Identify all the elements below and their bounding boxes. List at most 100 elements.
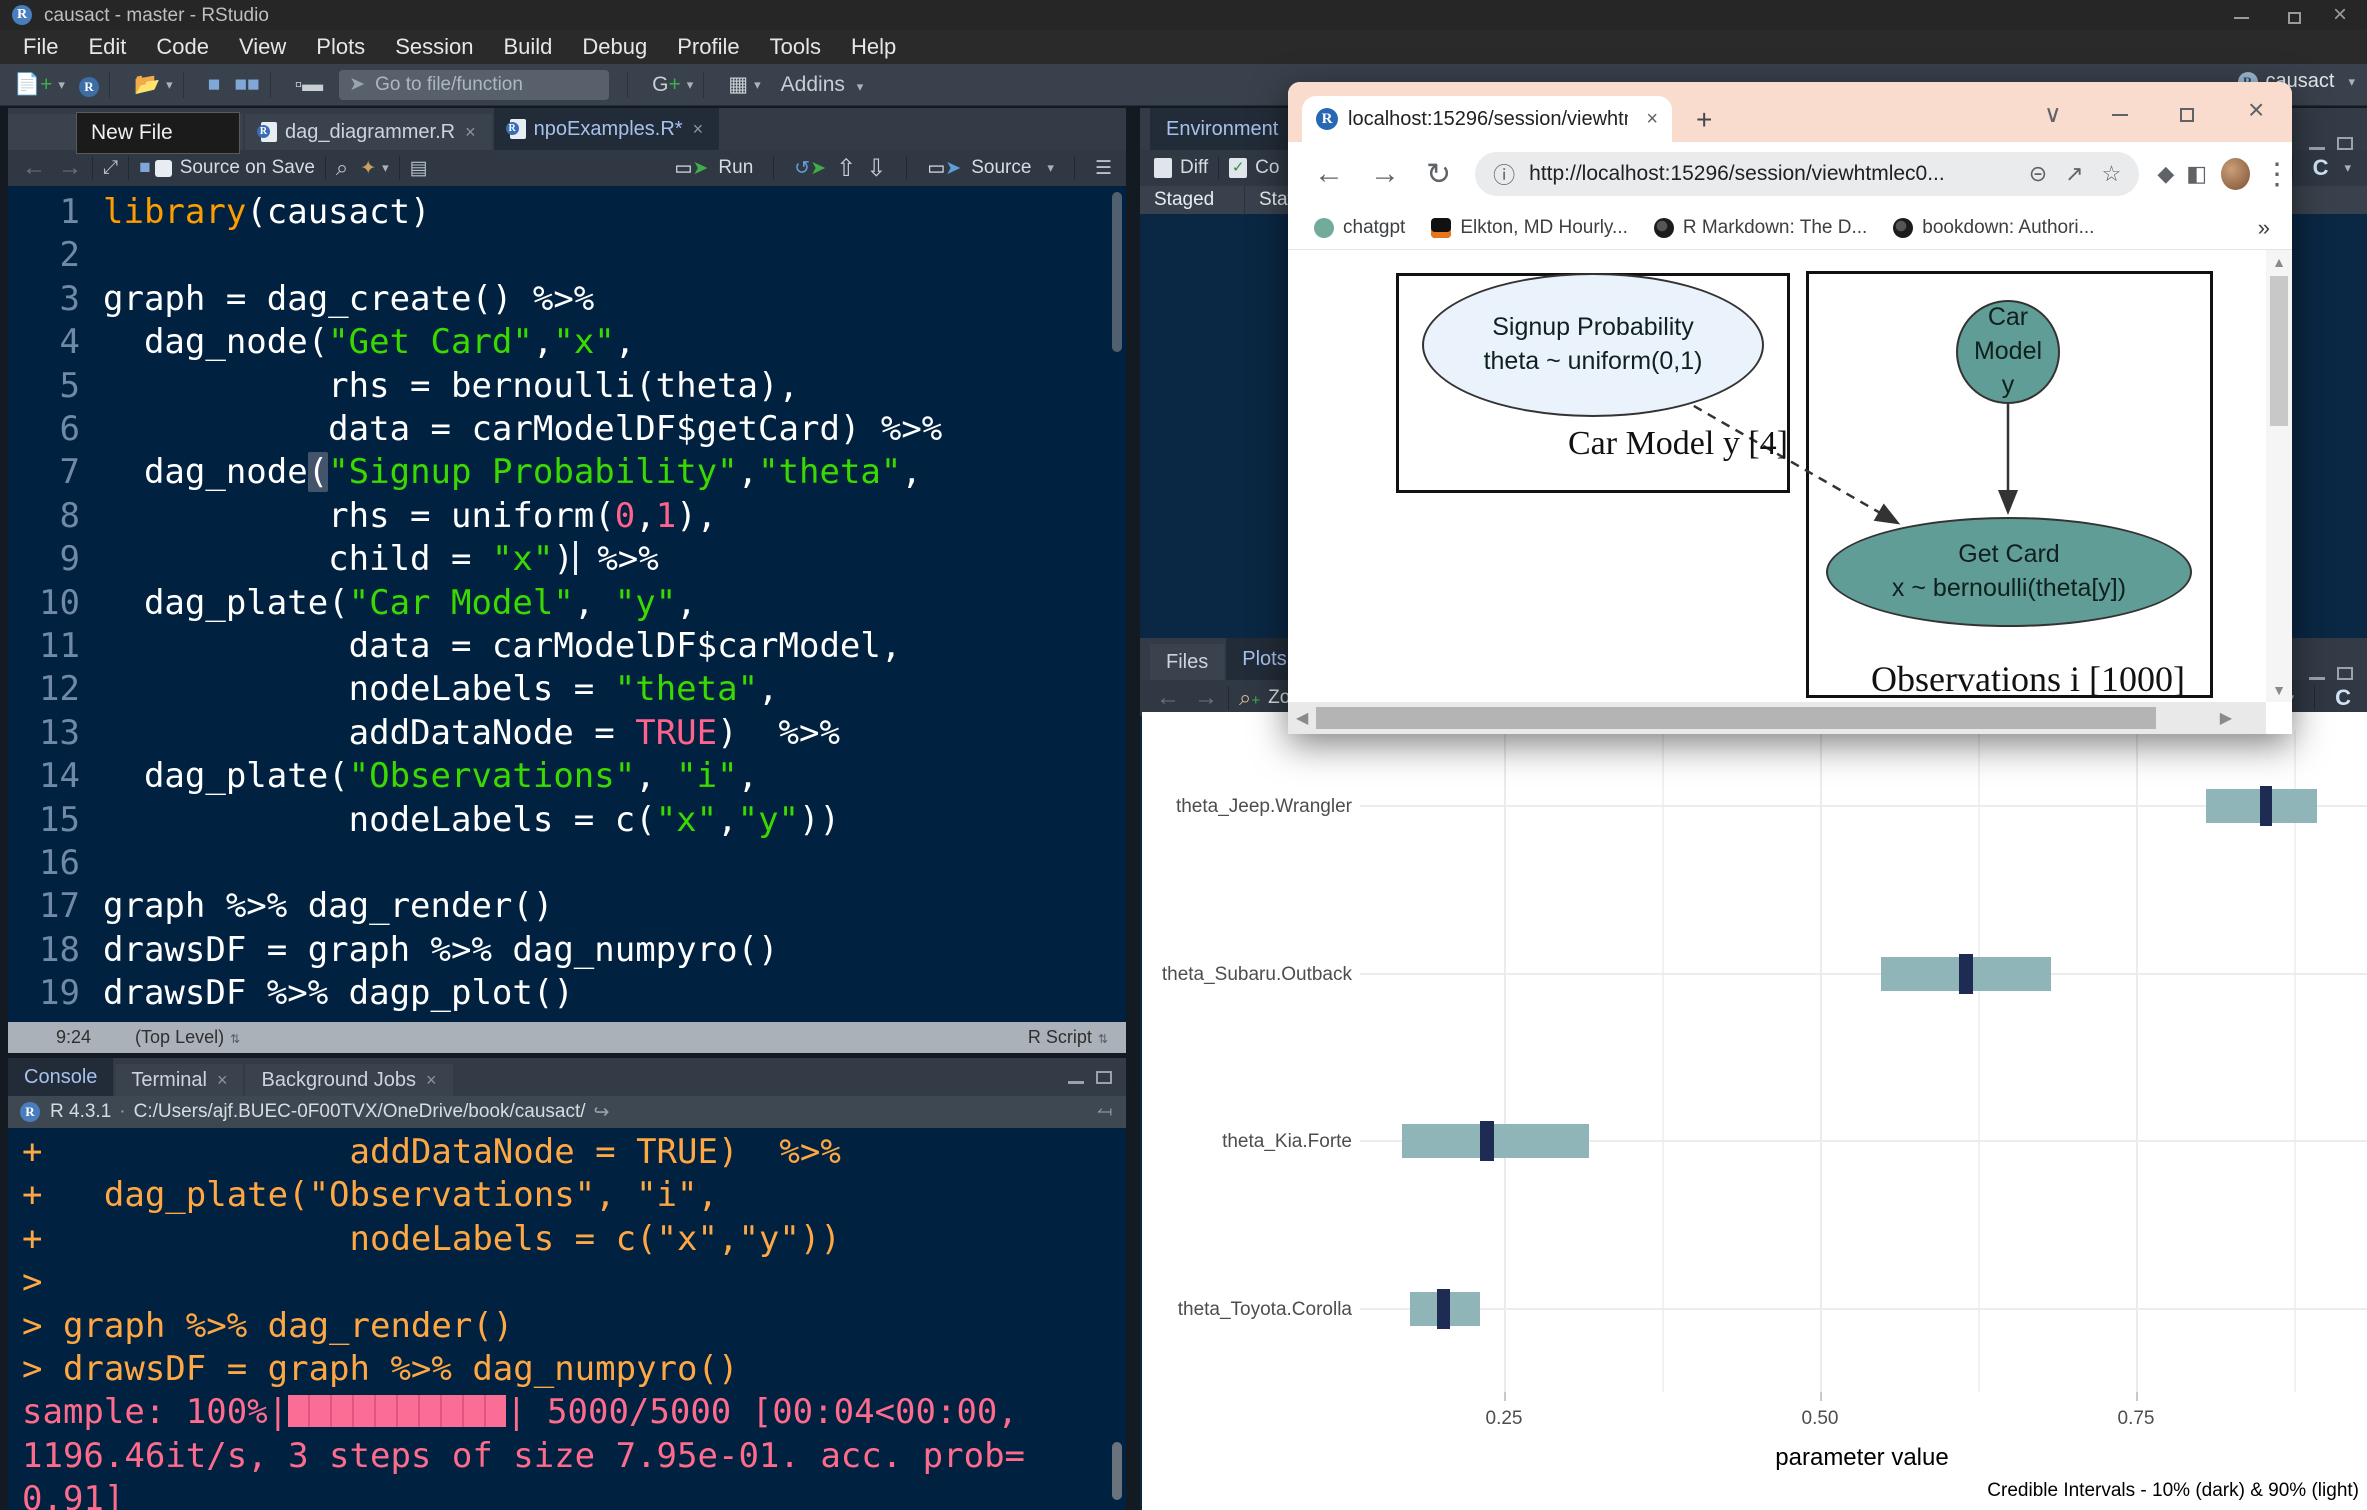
source-button[interactable]: Source [971,157,1031,179]
tab-close-icon[interactable]: × [693,119,704,140]
extensions-puzzle-icon[interactable]: ◆ [2157,161,2174,187]
run-button[interactable]: Run [718,157,753,179]
new-file-icon[interactable]: 📄+ [14,73,52,97]
code-tools-icon[interactable]: ✦ [360,157,376,180]
open-file-icon[interactable]: 📂 [134,73,160,97]
file-type-selector[interactable]: R Script⇅ [1028,1027,1108,1048]
hscroll-right-icon[interactable]: ▶ [2220,708,2232,728]
menu-code[interactable]: Code [141,34,224,60]
git-pane-minmax[interactable] [2309,137,2353,150]
nav-forward-icon[interactable]: → [58,154,82,182]
save-all-icon[interactable]: ■■ [234,73,259,97]
print-icon[interactable]: ▫▬ [295,73,323,97]
console-output[interactable]: + addDataNode = TRUE) %>%+ dag_plate("Ob… [8,1128,1126,1510]
console-tab-terminal[interactable]: Terminal× [115,1064,243,1096]
menu-edit[interactable]: Edit [73,34,141,60]
menu-plots[interactable]: Plots [301,34,380,60]
menu-help[interactable]: Help [836,34,911,60]
share-icon[interactable]: ↗ [2065,161,2083,187]
diff-button[interactable]: Diff [1180,157,1208,179]
menu-build[interactable]: Build [488,34,567,60]
console-scrollbar[interactable] [1112,1442,1122,1500]
browser-profile-chevron-icon[interactable]: ∨ [2044,100,2062,129]
browser-back-icon[interactable]: ← [1314,157,1344,191]
panes-dropdown-icon[interactable]: ▾ [754,77,761,93]
scope-selector[interactable]: (Top Level)⇅ [135,1027,240,1048]
nav-back-icon[interactable]: ← [22,154,46,182]
outline-icon[interactable]: ☰ [1095,157,1112,180]
run-prev-icon[interactable]: ⇧ [836,154,856,183]
compile-report-icon[interactable]: ▤ [410,157,428,180]
menu-file[interactable]: File [8,34,73,60]
new-tab-icon[interactable]: + [1696,104,1712,136]
console-pane-minmax[interactable] [1068,1071,1112,1084]
source-on-save-checkbox[interactable] [155,160,172,177]
menu-profile[interactable]: Profile [662,34,754,60]
menu-debug[interactable]: Debug [567,34,662,60]
bookmarks-overflow-icon[interactable]: » [2258,215,2270,241]
bookmark-star-icon[interactable]: ☆ [2102,161,2122,187]
site-info-icon[interactable]: ⓘ [1493,158,1515,190]
close-icon[interactable]: × [2333,1,2347,29]
browser-hscrollbar[interactable]: ◀ ▶ [1288,702,2266,734]
plots-refresh-icon[interactable]: C [2335,685,2351,711]
tab-close-icon[interactable]: × [426,1070,437,1091]
popout-icon[interactable]: ⤢ [103,157,118,179]
menu-session[interactable]: Session [380,34,488,60]
new-project-icon[interactable]: R [79,73,99,97]
browser-maximize-icon[interactable] [2180,100,2194,128]
browser-forward-icon[interactable]: → [1370,157,1400,191]
side-panel-icon[interactable]: ◧ [2186,161,2207,187]
browser-minimize-icon[interactable] [2112,100,2128,128]
browser-reload-icon[interactable]: ↻ [1426,157,1451,192]
panes-layout-icon[interactable]: ▦ [728,72,748,97]
vscroll-thumb[interactable] [2270,276,2288,426]
open-recent-dropdown-icon[interactable]: ▾ [166,77,173,93]
run-next-icon[interactable]: ⇩ [866,154,886,183]
tab-close-icon[interactable]: × [1646,108,1658,131]
bookmark-r-markdown-the-d-[interactable]: R Markdown: The D... [1654,217,1867,239]
tab-environment[interactable]: Environment [1150,108,1294,150]
bookmark-bookdown-authori-[interactable]: bookdown: Authori... [1893,217,2094,239]
plot-forward-icon[interactable]: → [1194,684,1218,712]
code-editor[interactable]: 1library(causact)23graph = dag_create() … [8,186,1126,1022]
commit-button[interactable]: Co [1255,157,1279,179]
source-dropdown-icon[interactable]: ▾ [1047,160,1054,176]
hscroll-left-icon[interactable]: ◀ [1296,708,1308,728]
rerun-icon[interactable]: ↺➤ [794,157,826,180]
git-dropdown-icon[interactable]: ▾ [687,77,694,93]
browser-menu-icon[interactable]: ⋮ [2262,157,2292,192]
editor-tab-dag-diagrammer-r[interactable]: Rdag_diagrammer.R× [245,114,492,150]
menu-view[interactable]: View [224,34,301,60]
profile-avatar[interactable] [2221,158,2250,190]
address-bar[interactable]: ⓘ http://localhost:15296/session/viewhtm… [1475,152,2139,196]
tab-close-icon[interactable]: × [465,122,476,143]
hscroll-thumb[interactable] [1316,707,2156,729]
zoom-icon[interactable]: ⌕+ [1239,685,1260,711]
save-file-icon[interactable]: ■ [139,157,150,179]
browser-close-icon[interactable]: × [2248,94,2264,126]
plots-pane-minmax[interactable] [2309,667,2353,680]
browser-vscrollbar[interactable]: ▲ ▼ [2266,250,2292,702]
save-icon[interactable]: ■ [208,73,221,97]
bookmark-elkton-md-hourly-[interactable]: Elkton, MD Hourly... [1431,217,1628,239]
goto-directory-icon[interactable]: ↪ [594,1101,610,1124]
tab-files[interactable]: Files [1150,644,1224,680]
find-icon[interactable]: ⌕ [336,155,348,181]
new-file-dropdown-icon[interactable]: ▾ [58,77,65,93]
console-tab-console[interactable]: Console [8,1058,113,1096]
git-refresh-icon[interactable]: C [2313,155,2329,181]
bookmark-chatgpt[interactable]: chatgpt [1314,217,1405,239]
git-icon[interactable]: G+ [652,73,681,97]
console-tab-background-jobs[interactable]: Background Jobs× [245,1064,452,1096]
clear-console-icon[interactable]: ⥚ [1097,1101,1112,1123]
plot-back-icon[interactable]: ← [1156,684,1180,712]
minimize-icon[interactable] [2234,6,2249,29]
goto-file-function-input[interactable]: ➤ Go to file/function [339,70,609,100]
maximize-icon[interactable] [2288,6,2301,29]
addins-button[interactable]: Addins ▾ [781,73,864,97]
code-tools-dropdown-icon[interactable]: ▾ [382,160,389,176]
git-refresh-dropdown-icon[interactable]: ▾ [2344,160,2351,176]
menu-tools[interactable]: Tools [755,34,836,60]
tab-close-icon[interactable]: × [217,1070,228,1091]
